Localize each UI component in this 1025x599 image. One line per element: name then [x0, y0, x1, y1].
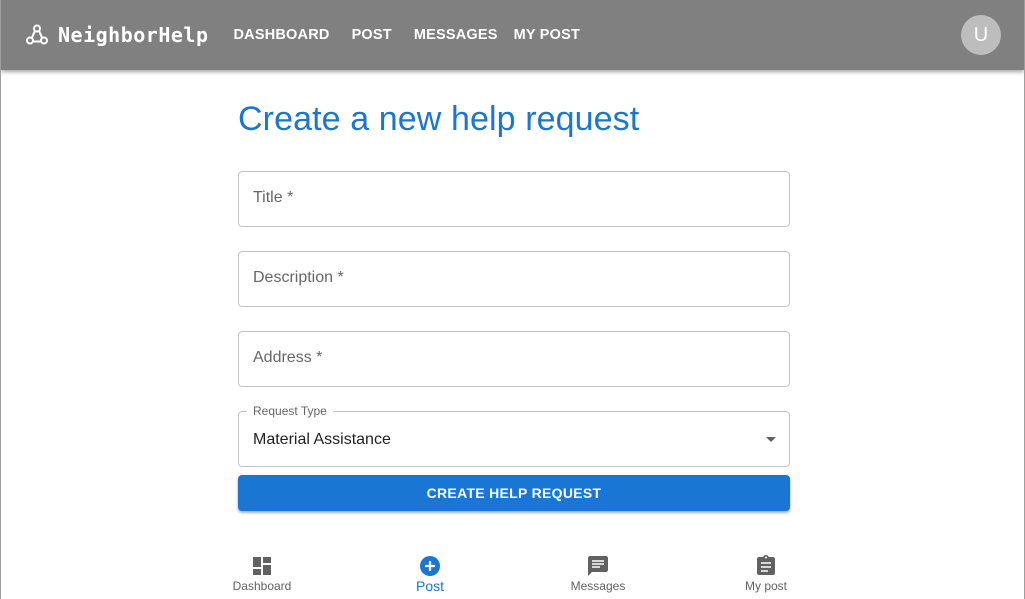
top-nav: DASHBOARD POST MESSAGES MY POST: [234, 27, 581, 43]
request-type-label: Request Type: [247, 404, 333, 418]
bottom-nav-dashboard[interactable]: Dashboard: [178, 546, 346, 599]
page-title: Create a new help request: [238, 100, 640, 138]
create-help-request-button[interactable]: CREATE HELP REQUEST: [238, 475, 790, 511]
community-logo-icon: [25, 23, 49, 47]
title-field[interactable]: Title *: [238, 171, 790, 227]
app-window: NeighborHelp DASHBOARD POST MESSAGES MY …: [0, 0, 1025, 599]
bottom-nav-messages[interactable]: Messages: [514, 546, 682, 599]
description-field[interactable]: Description *: [238, 251, 790, 307]
dropdown-arrow-icon[interactable]: [766, 437, 776, 442]
bottom-nav-my-post[interactable]: My post: [682, 546, 850, 599]
nav-post-link[interactable]: POST: [352, 27, 392, 43]
title-field-label: Title *: [253, 189, 294, 206]
user-avatar[interactable]: U: [961, 15, 1001, 55]
address-field[interactable]: Address *: [238, 331, 790, 387]
nav-dashboard-link[interactable]: DASHBOARD: [234, 27, 330, 43]
nav-messages-link[interactable]: MESSAGES: [414, 27, 498, 43]
bottom-nav-post-label: Post: [415, 578, 444, 594]
description-field-label: Description *: [253, 269, 344, 286]
request-type-select[interactable]: Request Type Material Assistance: [238, 404, 790, 467]
bottom-navigation: Dashboard Post Messages My post: [178, 546, 850, 599]
dashboard-icon: [250, 554, 274, 578]
app-bar: NeighborHelp DASHBOARD POST MESSAGES MY …: [1, 0, 1024, 70]
bottom-nav-dashboard-label: Dashboard: [232, 579, 292, 593]
bottom-nav-my-post-label: My post: [744, 579, 787, 593]
bottom-nav-post[interactable]: Post: [346, 546, 514, 599]
message-icon: [586, 554, 610, 578]
request-type-value: Material Assistance: [253, 431, 391, 448]
bottom-nav-messages-label: Messages: [570, 579, 626, 593]
add-circle-icon: [418, 554, 442, 578]
assignment-icon: [754, 554, 778, 578]
brand[interactable]: NeighborHelp: [25, 0, 209, 70]
address-field-label: Address *: [253, 349, 323, 366]
nav-my-post-link[interactable]: MY POST: [514, 27, 580, 43]
brand-name: NeighborHelp: [58, 23, 209, 47]
